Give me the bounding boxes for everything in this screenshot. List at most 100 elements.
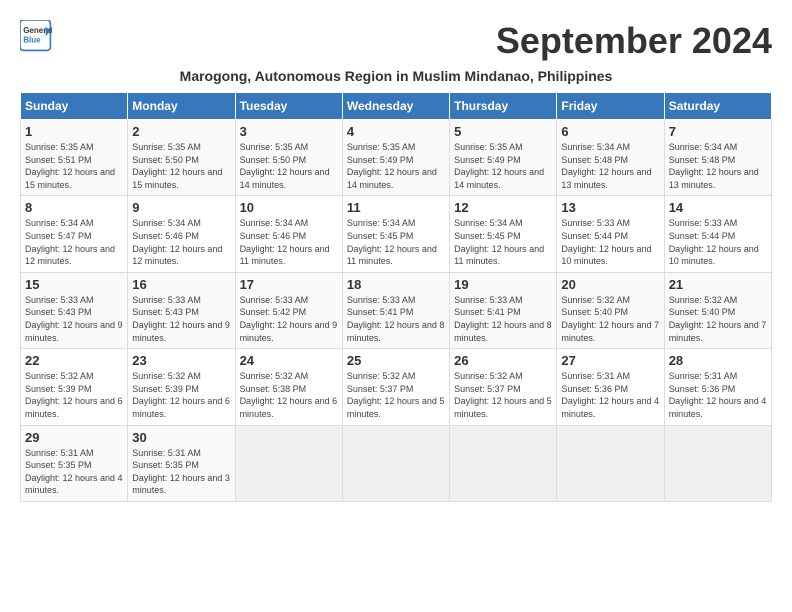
- daylight-hours: Daylight: 12 hours and 8 minutes.: [347, 320, 445, 343]
- sunset-time: Sunset: 5:42 PM: [240, 307, 307, 317]
- calendar-table: Sunday Monday Tuesday Wednesday Thursday…: [20, 92, 772, 502]
- sunrise-time: Sunrise: 5:32 AM: [561, 295, 630, 305]
- calendar-cell: 12 Sunrise: 5:34 AM Sunset: 5:45 PM Dayl…: [450, 196, 557, 272]
- day-info: Sunrise: 5:35 AM Sunset: 5:50 PM Dayligh…: [240, 141, 338, 191]
- daylight-hours: Daylight: 12 hours and 8 minutes.: [454, 320, 552, 343]
- daylight-hours: Daylight: 12 hours and 10 minutes.: [669, 244, 759, 267]
- calendar-cell: 7 Sunrise: 5:34 AM Sunset: 5:48 PM Dayli…: [664, 120, 771, 196]
- sunrise-time: Sunrise: 5:33 AM: [561, 218, 630, 228]
- day-number: 2: [132, 124, 230, 139]
- daylight-hours: Daylight: 12 hours and 13 minutes.: [669, 167, 759, 190]
- sunrise-time: Sunrise: 5:35 AM: [240, 142, 309, 152]
- daylight-hours: Daylight: 12 hours and 6 minutes.: [25, 396, 123, 419]
- sunset-time: Sunset: 5:41 PM: [454, 307, 521, 317]
- day-number: 4: [347, 124, 445, 139]
- daylight-hours: Daylight: 12 hours and 9 minutes.: [240, 320, 338, 343]
- calendar-week-row: 22 Sunrise: 5:32 AM Sunset: 5:39 PM Dayl…: [21, 349, 772, 425]
- sunrise-time: Sunrise: 5:34 AM: [561, 142, 630, 152]
- day-number: 5: [454, 124, 552, 139]
- calendar-cell: [235, 425, 342, 501]
- logo-icon: General Blue: [20, 20, 52, 52]
- sunrise-time: Sunrise: 5:34 AM: [669, 142, 738, 152]
- sunrise-time: Sunrise: 5:34 AM: [132, 218, 201, 228]
- sunrise-time: Sunrise: 5:31 AM: [132, 448, 201, 458]
- sunset-time: Sunset: 5:48 PM: [561, 155, 628, 165]
- day-info: Sunrise: 5:32 AM Sunset: 5:37 PM Dayligh…: [347, 370, 445, 420]
- calendar-cell: [450, 425, 557, 501]
- calendar-cell: 13 Sunrise: 5:33 AM Sunset: 5:44 PM Dayl…: [557, 196, 664, 272]
- sunrise-time: Sunrise: 5:35 AM: [25, 142, 94, 152]
- sunset-time: Sunset: 5:36 PM: [561, 384, 628, 394]
- sunset-time: Sunset: 5:48 PM: [669, 155, 736, 165]
- daylight-hours: Daylight: 12 hours and 4 minutes.: [669, 396, 767, 419]
- daylight-hours: Daylight: 12 hours and 10 minutes.: [561, 244, 651, 267]
- day-info: Sunrise: 5:31 AM Sunset: 5:36 PM Dayligh…: [669, 370, 767, 420]
- calendar-cell: 26 Sunrise: 5:32 AM Sunset: 5:37 PM Dayl…: [450, 349, 557, 425]
- day-number: 12: [454, 200, 552, 215]
- day-info: Sunrise: 5:33 AM Sunset: 5:44 PM Dayligh…: [561, 217, 659, 267]
- sunrise-time: Sunrise: 5:35 AM: [454, 142, 523, 152]
- day-info: Sunrise: 5:34 AM Sunset: 5:46 PM Dayligh…: [240, 217, 338, 267]
- day-number: 1: [25, 124, 123, 139]
- sunrise-time: Sunrise: 5:31 AM: [25, 448, 94, 458]
- day-info: Sunrise: 5:35 AM Sunset: 5:49 PM Dayligh…: [347, 141, 445, 191]
- header: General Blue September 2024: [20, 20, 772, 62]
- calendar-cell: 17 Sunrise: 5:33 AM Sunset: 5:42 PM Dayl…: [235, 272, 342, 348]
- sunset-time: Sunset: 5:35 PM: [132, 460, 199, 470]
- daylight-hours: Daylight: 12 hours and 5 minutes.: [347, 396, 445, 419]
- calendar-cell: 22 Sunrise: 5:32 AM Sunset: 5:39 PM Dayl…: [21, 349, 128, 425]
- calendar-cell: 29 Sunrise: 5:31 AM Sunset: 5:35 PM Dayl…: [21, 425, 128, 501]
- day-number: 17: [240, 277, 338, 292]
- day-number: 20: [561, 277, 659, 292]
- calendar-cell: 25 Sunrise: 5:32 AM Sunset: 5:37 PM Dayl…: [342, 349, 449, 425]
- day-number: 14: [669, 200, 767, 215]
- day-number: 25: [347, 353, 445, 368]
- month-title: September 2024: [496, 20, 772, 62]
- header-saturday: Saturday: [664, 93, 771, 120]
- sunrise-time: Sunrise: 5:34 AM: [240, 218, 309, 228]
- daylight-hours: Daylight: 12 hours and 11 minutes.: [454, 244, 544, 267]
- daylight-hours: Daylight: 12 hours and 6 minutes.: [132, 396, 230, 419]
- calendar-cell: 18 Sunrise: 5:33 AM Sunset: 5:41 PM Dayl…: [342, 272, 449, 348]
- header-friday: Friday: [557, 93, 664, 120]
- day-number: 11: [347, 200, 445, 215]
- header-monday: Monday: [128, 93, 235, 120]
- sunset-time: Sunset: 5:39 PM: [25, 384, 92, 394]
- calendar-cell: 28 Sunrise: 5:31 AM Sunset: 5:36 PM Dayl…: [664, 349, 771, 425]
- sunset-time: Sunset: 5:49 PM: [347, 155, 414, 165]
- sunrise-time: Sunrise: 5:33 AM: [347, 295, 416, 305]
- day-info: Sunrise: 5:33 AM Sunset: 5:41 PM Dayligh…: [347, 294, 445, 344]
- sunset-time: Sunset: 5:49 PM: [454, 155, 521, 165]
- day-info: Sunrise: 5:32 AM Sunset: 5:40 PM Dayligh…: [669, 294, 767, 344]
- daylight-hours: Daylight: 12 hours and 15 minutes.: [132, 167, 222, 190]
- day-info: Sunrise: 5:31 AM Sunset: 5:35 PM Dayligh…: [132, 447, 230, 497]
- day-info: Sunrise: 5:34 AM Sunset: 5:48 PM Dayligh…: [669, 141, 767, 191]
- sunrise-time: Sunrise: 5:32 AM: [669, 295, 738, 305]
- daylight-hours: Daylight: 12 hours and 14 minutes.: [240, 167, 330, 190]
- logo: General Blue: [20, 20, 52, 52]
- calendar-cell: [342, 425, 449, 501]
- day-info: Sunrise: 5:34 AM Sunset: 5:45 PM Dayligh…: [454, 217, 552, 267]
- calendar-cell: 24 Sunrise: 5:32 AM Sunset: 5:38 PM Dayl…: [235, 349, 342, 425]
- calendar-cell: 6 Sunrise: 5:34 AM Sunset: 5:48 PM Dayli…: [557, 120, 664, 196]
- sunset-time: Sunset: 5:40 PM: [669, 307, 736, 317]
- day-number: 13: [561, 200, 659, 215]
- calendar-week-row: 8 Sunrise: 5:34 AM Sunset: 5:47 PM Dayli…: [21, 196, 772, 272]
- day-info: Sunrise: 5:32 AM Sunset: 5:40 PM Dayligh…: [561, 294, 659, 344]
- header-wednesday: Wednesday: [342, 93, 449, 120]
- calendar-cell: 5 Sunrise: 5:35 AM Sunset: 5:49 PM Dayli…: [450, 120, 557, 196]
- day-number: 29: [25, 430, 123, 445]
- day-number: 7: [669, 124, 767, 139]
- calendar-cell: 11 Sunrise: 5:34 AM Sunset: 5:45 PM Dayl…: [342, 196, 449, 272]
- day-number: 16: [132, 277, 230, 292]
- day-info: Sunrise: 5:31 AM Sunset: 5:35 PM Dayligh…: [25, 447, 123, 497]
- day-info: Sunrise: 5:35 AM Sunset: 5:51 PM Dayligh…: [25, 141, 123, 191]
- day-info: Sunrise: 5:32 AM Sunset: 5:37 PM Dayligh…: [454, 370, 552, 420]
- sunset-time: Sunset: 5:35 PM: [25, 460, 92, 470]
- sunrise-time: Sunrise: 5:33 AM: [454, 295, 523, 305]
- day-info: Sunrise: 5:32 AM Sunset: 5:39 PM Dayligh…: [132, 370, 230, 420]
- calendar-cell: 23 Sunrise: 5:32 AM Sunset: 5:39 PM Dayl…: [128, 349, 235, 425]
- calendar-cell: 30 Sunrise: 5:31 AM Sunset: 5:35 PM Dayl…: [128, 425, 235, 501]
- sunrise-time: Sunrise: 5:34 AM: [25, 218, 94, 228]
- day-number: 28: [669, 353, 767, 368]
